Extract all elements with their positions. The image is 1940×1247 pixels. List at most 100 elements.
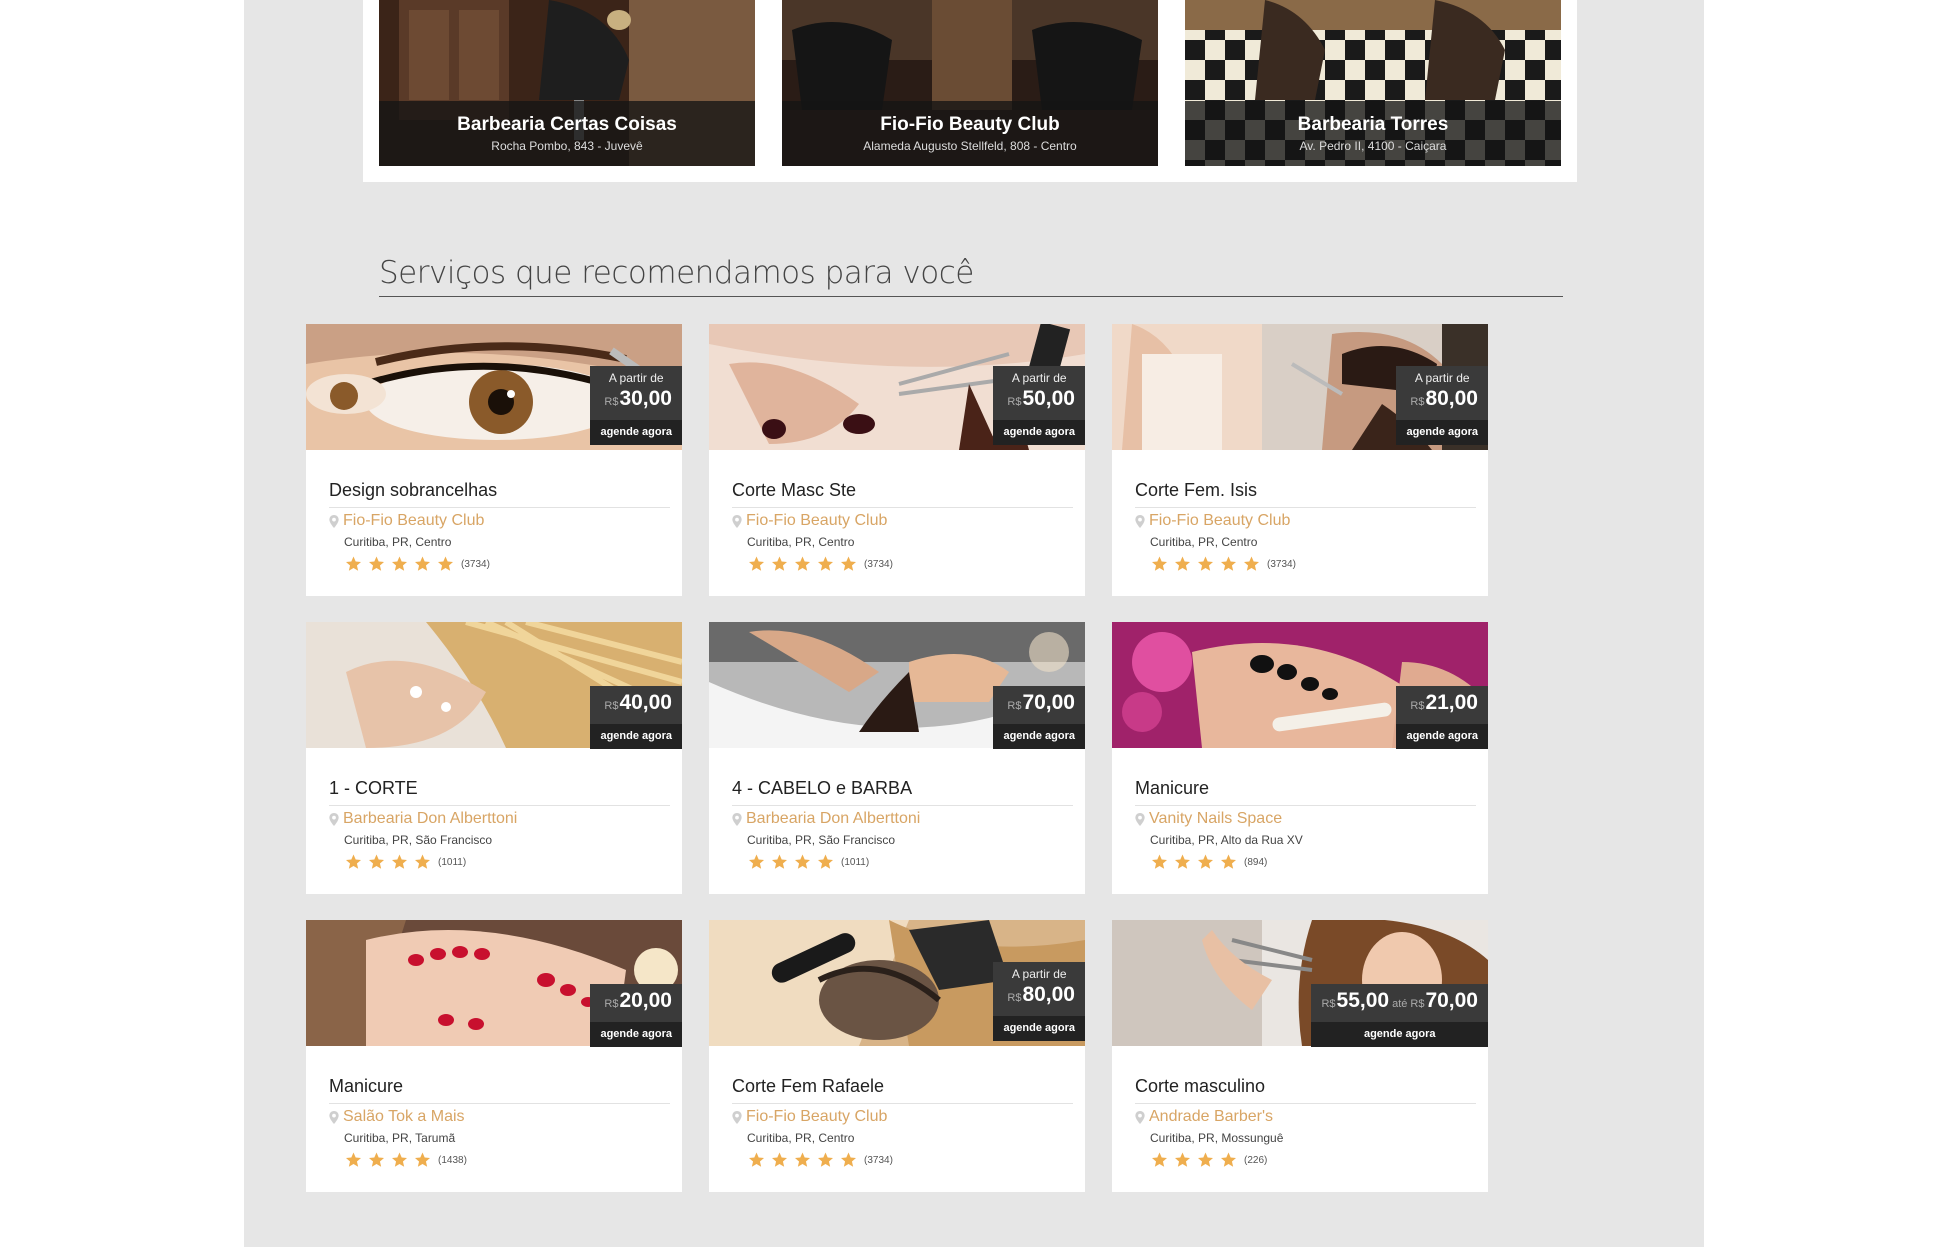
service-title[interactable]: 1 - CORTE [329, 778, 670, 806]
salon-name[interactable]: Barbearia Don Alberttoni [343, 810, 517, 828]
price-value: 21,00 [1425, 691, 1478, 714]
star-icon [392, 1152, 407, 1167]
featured-salon-name: Fio-Fio Beauty Club [880, 114, 1060, 135]
price-line: R$80,00 [1406, 387, 1478, 420]
book-now-button[interactable]: agende agora [993, 1016, 1085, 1041]
service-card[interactable]: R$40,00 agende agora 1 - CORTE Barbearia… [306, 622, 682, 894]
map-pin-icon [329, 1110, 339, 1124]
star-icon [438, 556, 453, 571]
review-count: (1011) [841, 856, 870, 868]
salon-name[interactable]: Fio-Fio Beauty Club [746, 512, 887, 530]
salon-link[interactable]: Fio-Fio Beauty Club [329, 512, 484, 530]
star-icon [749, 556, 764, 571]
service-card[interactable]: A partir de R$50,00 agende agora Corte Ma… [709, 324, 1085, 596]
book-now-button[interactable]: agende agora [590, 420, 682, 445]
star-icon [818, 1152, 833, 1167]
salon-name[interactable]: Andrade Barber's [1149, 1108, 1273, 1126]
price-line: R$40,00 [600, 691, 672, 724]
price-from-label: A partir de [1414, 371, 1470, 385]
price-box: A partir de R$50,00 agende agora [993, 366, 1085, 445]
rating: (226) [1150, 1151, 1267, 1169]
star-icon [415, 1152, 430, 1167]
rating: (1011) [747, 853, 869, 871]
star-icon [818, 556, 833, 571]
price-box: A partir de R$30,00 agende agora [590, 366, 682, 445]
star-icon [392, 854, 407, 869]
rating: (3734) [1150, 555, 1296, 573]
currency-label: R$ [1007, 992, 1022, 1004]
review-count: (3734) [864, 1154, 893, 1166]
price-line: R$21,00 [1406, 691, 1478, 724]
price-max-value: 70,00 [1425, 989, 1478, 1012]
featured-salon-card[interactable]: Barbearia Torres Av. Pedro II, 4100 - Ca… [1185, 0, 1561, 166]
book-now-button[interactable]: agende agora [1396, 420, 1488, 445]
book-now-button[interactable]: agende agora [1311, 1022, 1488, 1047]
salon-link[interactable]: Fio-Fio Beauty Club [1135, 512, 1290, 530]
rating: (1011) [344, 853, 466, 871]
star-icon [1152, 854, 1167, 869]
service-card[interactable]: R$21,00 agende agora Manicure Vanity Nai… [1112, 622, 1488, 894]
book-now-button[interactable]: agende agora [1396, 724, 1488, 749]
star-icon [818, 854, 833, 869]
star-icon [346, 556, 361, 571]
featured-salon-card[interactable]: Fio-Fio Beauty Club Alameda Augusto Stel… [782, 0, 1158, 166]
salon-link[interactable]: Barbearia Don Alberttoni [329, 810, 517, 828]
star-icon [415, 556, 430, 571]
price-box: R$55,00 até R$70,00 agende agora [1311, 984, 1488, 1047]
service-card[interactable]: A partir de R$80,00 agende agora Corte Fe… [709, 920, 1085, 1192]
service-card[interactable]: A partir de R$30,00 agende agora Design s… [306, 324, 682, 596]
until-label: até [1392, 998, 1408, 1010]
map-pin-icon [732, 812, 742, 826]
star-icon [1152, 556, 1167, 571]
service-card[interactable]: R$70,00 agende agora 4 - CABELO e BARBA … [709, 622, 1085, 894]
salon-name[interactable]: Fio-Fio Beauty Club [1149, 512, 1290, 530]
salon-link[interactable]: Fio-Fio Beauty Club [732, 1108, 887, 1126]
star-icon [772, 556, 787, 571]
price-from-label: A partir de [608, 371, 664, 385]
map-pin-icon [732, 514, 742, 528]
service-title[interactable]: Corte Fem. Isis [1135, 480, 1476, 508]
service-title[interactable]: 4 - CABELO e BARBA [732, 778, 1073, 806]
featured-salon-name: Barbearia Certas Coisas [457, 114, 677, 135]
price-value: 50,00 [1022, 387, 1075, 410]
salon-link[interactable]: Barbearia Don Alberttoni [732, 810, 920, 828]
price-box: R$40,00 agende agora [590, 686, 682, 749]
map-pin-icon [1135, 1110, 1145, 1124]
salon-name[interactable]: Vanity Nails Space [1149, 810, 1282, 828]
service-title[interactable]: Corte Fem Rafaele [732, 1076, 1073, 1104]
book-now-button[interactable]: agende agora [590, 1022, 682, 1047]
salon-link[interactable]: Salão Tok a Mais [329, 1108, 465, 1126]
service-card[interactable]: R$20,00 agende agora Manicure Salão Tok … [306, 920, 682, 1192]
location-text: Curitiba, PR, São Francisco [344, 833, 493, 847]
star-icon [1198, 854, 1213, 869]
service-card[interactable]: R$55,00 até R$70,00 agende agora Corte mas… [1112, 920, 1488, 1192]
review-count: (3734) [1267, 558, 1296, 570]
featured-salon-card[interactable]: Barbearia Certas Coisas Rocha Pombo, 843… [379, 0, 755, 166]
service-title[interactable]: Corte masculino [1135, 1076, 1476, 1104]
salon-name[interactable]: Barbearia Don Alberttoni [746, 810, 920, 828]
price-value: 40,00 [619, 691, 672, 714]
service-title[interactable]: Corte Masc Ste [732, 480, 1073, 508]
price-line: R$70,00 [1003, 691, 1075, 724]
salon-name[interactable]: Fio-Fio Beauty Club [343, 512, 484, 530]
salon-name[interactable]: Salão Tok a Mais [343, 1108, 465, 1126]
book-now-button[interactable]: agende agora [590, 724, 682, 749]
service-title[interactable]: Manicure [329, 1076, 670, 1104]
star-icon [369, 1152, 384, 1167]
salon-name[interactable]: Fio-Fio Beauty Club [746, 1108, 887, 1126]
service-card[interactable]: A partir de R$80,00 agende agora Corte Fe… [1112, 324, 1488, 596]
salon-link[interactable]: Vanity Nails Space [1135, 810, 1282, 828]
rating: (3734) [344, 555, 490, 573]
star-icon [1175, 854, 1190, 869]
featured-salon-address: Rocha Pombo, 843 - Juvevê [491, 139, 643, 153]
salon-link[interactable]: Fio-Fio Beauty Club [732, 512, 887, 530]
review-count: (894) [1244, 856, 1268, 868]
map-pin-icon [1135, 514, 1145, 528]
book-now-button[interactable]: agende agora [993, 420, 1085, 445]
star-icon [795, 854, 810, 869]
book-now-button[interactable]: agende agora [993, 724, 1085, 749]
service-title[interactable]: Design sobrancelhas [329, 480, 670, 508]
star-icon [1198, 556, 1213, 571]
salon-link[interactable]: Andrade Barber's [1135, 1108, 1273, 1126]
service-title[interactable]: Manicure [1135, 778, 1476, 806]
